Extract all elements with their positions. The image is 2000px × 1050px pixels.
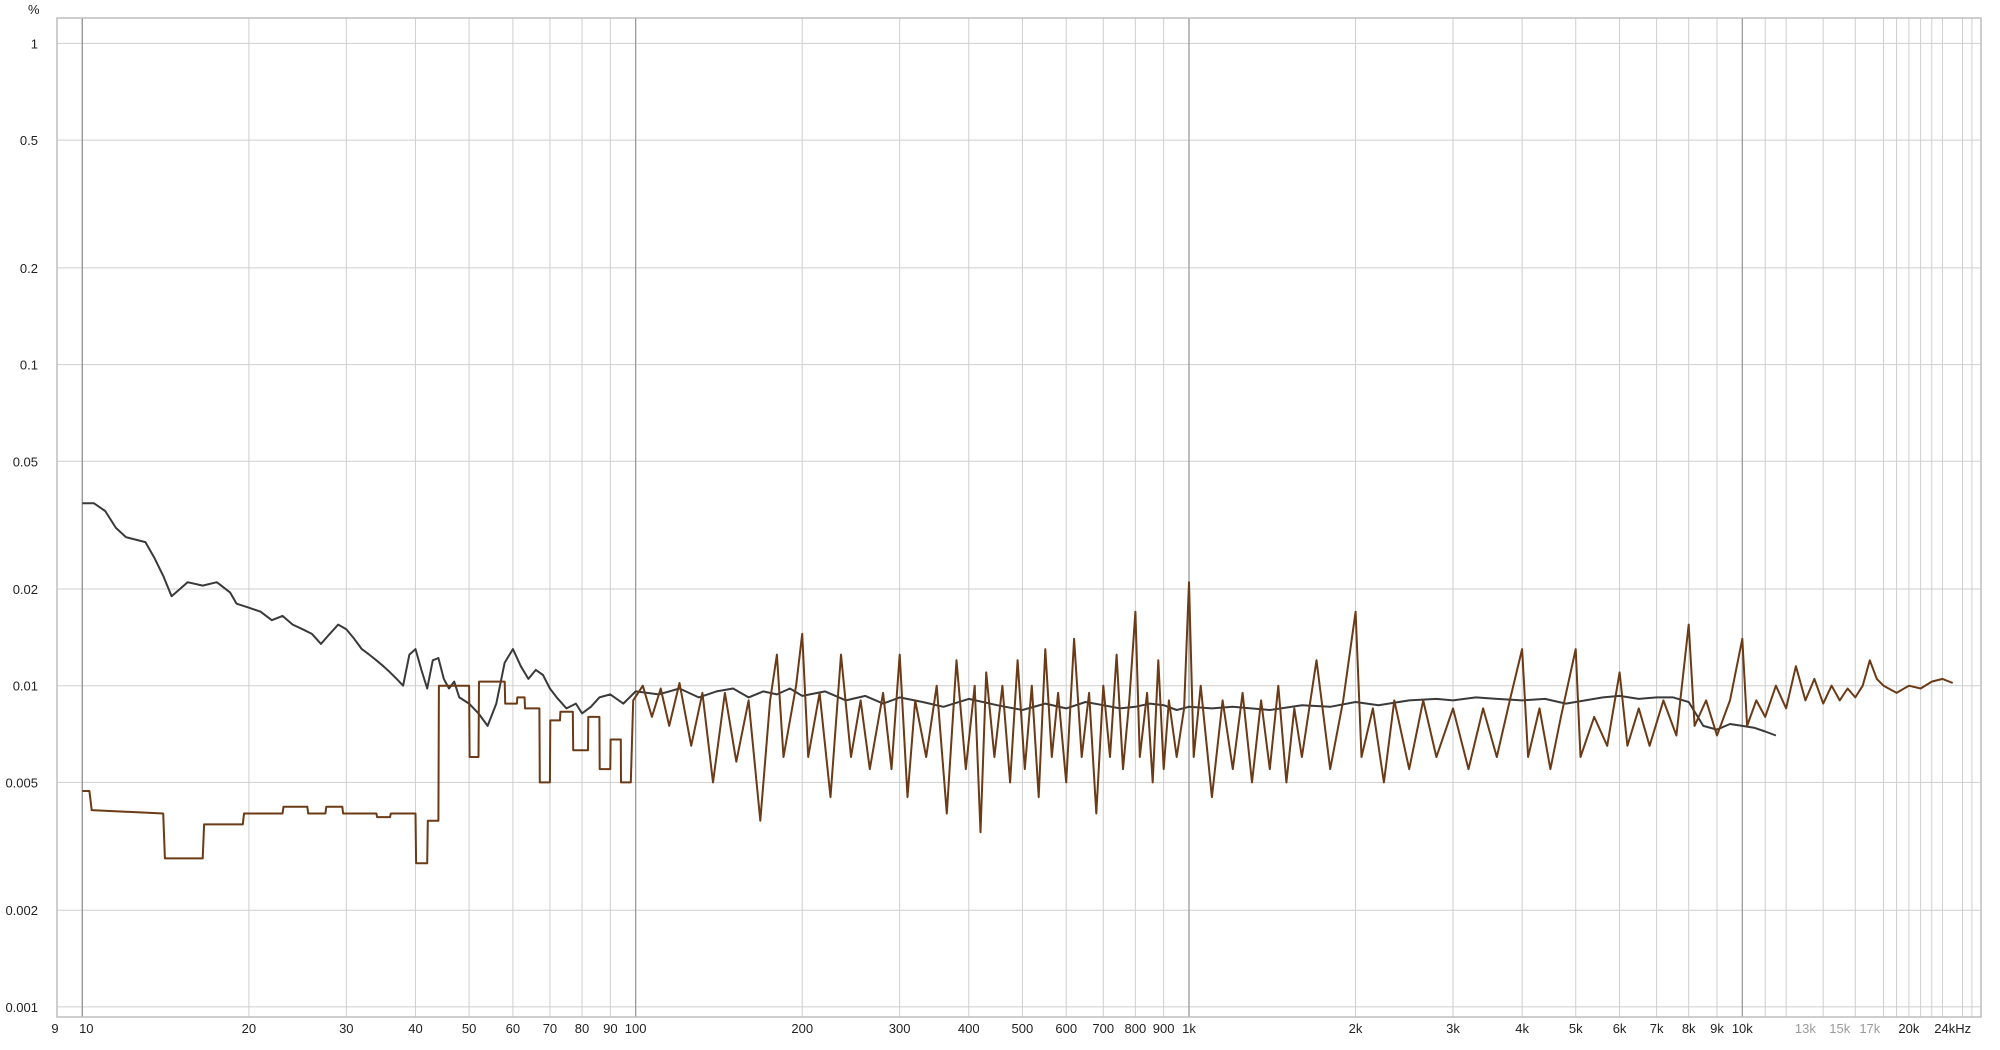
x-tick-label: 800 [1125,1021,1147,1036]
series-group [82,502,1954,865]
x-tick-label: 10k [1732,1021,1753,1036]
x-tick-label: 5k [1569,1021,1583,1036]
y-tick-label: 0.01 [13,679,38,694]
x-tick-label: 70 [543,1021,557,1036]
frequency-plot: 1 0.5 0.2 0.1 0.05 0.02 0.01 0.005 0.002 0.001 91… [0,0,2000,1045]
x-tick-label: 8k [1682,1021,1696,1036]
x-tick-label: 50 [462,1021,476,1036]
x-tick-label: 700 [1092,1021,1114,1036]
x-tick-label: 400 [958,1021,980,1036]
x-tick-label: 24kHz [1934,1021,1971,1036]
x-tick-label: 9 [51,1021,58,1036]
x-tick-label: 4k [1515,1021,1529,1036]
x-tick-label: 80 [575,1021,589,1036]
x-tick-label: 40 [408,1021,422,1036]
x-axis-labels: 9 10 20 30 40 50 60 70 80 90 100 200 300 400 500 600 700… [51,1021,1971,1036]
y-tick-label: 0.001 [5,1000,38,1015]
x-tick-label: 300 [889,1021,911,1036]
x-tick-label: 100 [625,1021,647,1036]
y-tick-label: 0.2 [20,261,38,276]
y-axis-labels: 1 0.5 0.2 0.1 0.05 0.02 0.01 0.005 0.002 0.001 [5,36,38,1014]
x-tick-label: 7k [1650,1021,1664,1036]
x-tick-label: 200 [791,1021,813,1036]
x-tick-label: 900 [1153,1021,1175,1036]
plot-svg: 10.50.20.10.050.020.010.0050.0020.001 91… [5,2,1982,1036]
x-tick-label: 1k [1182,1021,1196,1036]
x-tick-label: 9k [1710,1021,1724,1036]
x-tick-label: 20k [1898,1021,1919,1036]
x-tick-label: 17k [1859,1021,1880,1036]
y-tick-label: 0.005 [5,775,38,790]
x-tick-label: 60 [506,1021,520,1036]
y-tick-label: 0.1 [20,358,38,373]
x-tick-label: 3k [1446,1021,1460,1036]
y-tick-label: 0.05 [13,454,38,469]
x-tick-label: 90 [603,1021,617,1036]
x-tick-label: 20 [242,1021,256,1036]
y-tick-label: 0.002 [5,903,38,918]
x-tick-label: 10 [79,1021,93,1036]
y-tick-label: 1 [31,36,38,51]
y-tick-label: 0.02 [13,582,38,597]
x-tick-label: 600 [1055,1021,1077,1036]
x-tick-label: 500 [1012,1021,1034,1036]
plot-frame [56,17,1982,1018]
x-tick-label: 13k [1795,1021,1816,1036]
x-tick-label: 6k [1613,1021,1627,1036]
x-tick-label: 2k [1349,1021,1363,1036]
y-axis-unit: % [28,2,40,17]
x-tick-label: 15k [1829,1021,1850,1036]
y-tick-label: 0.5 [20,133,38,148]
x-tick-label: 30 [339,1021,353,1036]
series-line-2 [82,581,1954,865]
grid [57,18,1981,1017]
